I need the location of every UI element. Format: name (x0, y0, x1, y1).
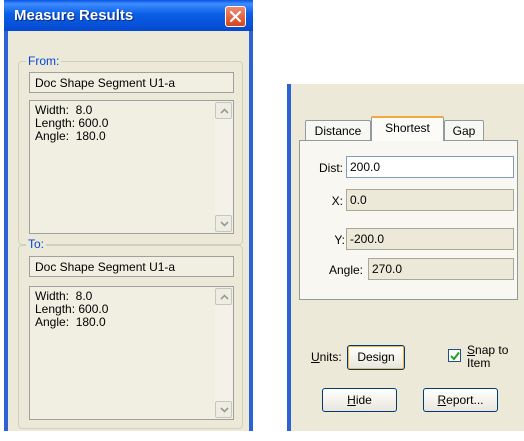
from-angle-line: Angle: 180.0 (35, 129, 106, 143)
snap-to-item-label[interactable]: Snap to Item (467, 344, 508, 370)
chevron-up-icon (220, 108, 229, 114)
tab-shortest[interactable]: Shortest (371, 116, 444, 141)
angle-label: Angle: (328, 263, 363, 277)
from-scrollbar[interactable] (215, 102, 232, 232)
measure-results-window: Measure Results From: Doc Shape Segment … (4, 0, 253, 431)
scroll-down-button[interactable] (215, 215, 232, 232)
panel-frame-edge (287, 84, 291, 431)
to-angle-line: Angle: 180.0 (35, 315, 106, 329)
window-title: Measure Results (14, 7, 134, 24)
units-label: Units: (311, 350, 342, 364)
tab-gap[interactable]: Gap (444, 120, 484, 140)
chevron-down-icon (220, 221, 229, 227)
chevron-up-icon (220, 294, 229, 300)
hide-button[interactable]: Hide (322, 388, 397, 412)
x-field: 0.0 (346, 189, 514, 211)
from-label: From: (26, 54, 62, 68)
report-button[interactable]: Report... (423, 388, 498, 412)
dist-label: Dist: (319, 161, 343, 175)
from-element-field: Doc Shape Segment U1-a (29, 72, 234, 93)
snap-to-item-checkbox[interactable] (448, 349, 461, 362)
angle-field: 270.0 (368, 258, 514, 280)
dist-field[interactable]: 200.0 (346, 156, 514, 178)
scroll-up-button[interactable] (215, 288, 232, 305)
to-element-field: Doc Shape Segment U1-a (29, 256, 234, 277)
to-label: To: (26, 237, 47, 251)
to-details-box[interactable]: Width: 8.0 Length: 600.0 Angle: 180.0 (29, 286, 234, 420)
tab-distance[interactable]: Distance (305, 120, 371, 140)
scroll-down-button[interactable] (215, 401, 232, 418)
units-design-button[interactable]: Design (347, 345, 405, 370)
from-details-box[interactable]: Width: 8.0 Length: 600.0 Angle: 180.0 (29, 100, 234, 234)
scroll-up-button[interactable] (215, 102, 232, 119)
checkmark-icon (450, 351, 460, 361)
close-icon (229, 10, 242, 23)
y-field: -200.0 (346, 228, 514, 250)
dialog-body: From: Doc Shape Segment U1-a Width: 8.0 … (8, 31, 249, 431)
title-bar[interactable]: Measure Results (4, 0, 253, 31)
to-scrollbar[interactable] (215, 288, 232, 418)
close-button[interactable] (225, 6, 246, 27)
x-label: X: (331, 194, 343, 208)
y-label: Y: (334, 233, 345, 247)
chevron-down-icon (220, 407, 229, 413)
